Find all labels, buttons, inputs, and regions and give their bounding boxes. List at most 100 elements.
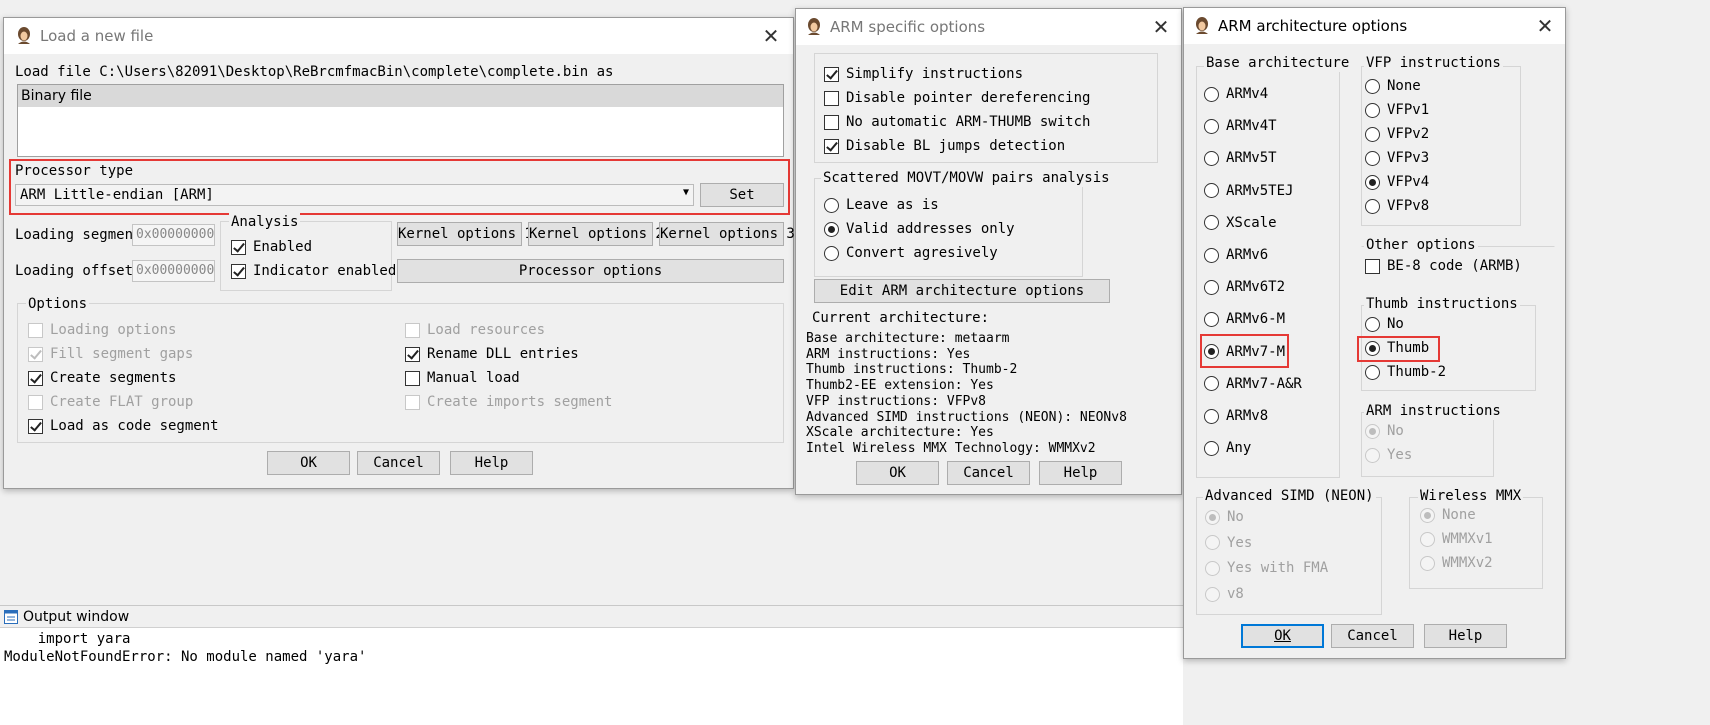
loading-offset-label: Loading offset [15, 263, 134, 279]
processor-options-button[interactable]: Processor options [397, 259, 784, 283]
close-icon[interactable]: ✕ [1533, 14, 1557, 38]
base-arch-radio-4[interactable]: XScale [1204, 215, 1277, 231]
convert-agresively-radio[interactable]: Convert agresively [824, 245, 998, 261]
wmmx-radio-2[interactable]: WMMXv2 [1420, 555, 1493, 571]
base-arch-radio-11[interactable]: Any [1204, 440, 1251, 456]
arm-ok-button[interactable]: OK [856, 461, 939, 485]
vfp-radio-1[interactable]: VFPv1 [1365, 102, 1429, 118]
file-type-label: Binary file [21, 88, 92, 104]
create-flat-group-checkbox[interactable]: Create FLAT group [28, 394, 193, 410]
create-imports-segment-checkbox[interactable]: Create imports segment [405, 394, 612, 410]
rename-dll-entries-checkbox[interactable]: Rename DLL entries [405, 346, 579, 362]
base-arch-radio-8[interactable]: ARMv7-M [1204, 344, 1285, 360]
be8-code-checkbox[interactable]: BE-8 code (ARMB) [1365, 258, 1522, 274]
base-arch-radio-10[interactable]: ARMv8 [1204, 408, 1268, 424]
base-arch-radio-3[interactable]: ARMv5TEJ [1204, 183, 1293, 199]
vfp-radio-5[interactable]: VFPv8 [1365, 198, 1429, 214]
output-titlebar[interactable]: Output window [0, 606, 1183, 628]
file-type-item[interactable]: Binary file [18, 85, 783, 107]
option-label: Fill segment gaps [50, 346, 194, 362]
processor-type-select[interactable]: ARM Little-endian [ARM] ▼ [15, 184, 694, 206]
checkbox-icon [824, 138, 839, 154]
arm-cancel-button[interactable]: Cancel [947, 461, 1030, 485]
loading-segment-value: 0x00000000 [136, 227, 215, 242]
output-window-icon [4, 609, 18, 624]
vfp-radio-2[interactable]: VFPv2 [1365, 126, 1429, 142]
base-arch-radio-7[interactable]: ARMv6-M [1204, 311, 1285, 327]
radio-icon [1205, 560, 1220, 576]
arch-options-titlebar[interactable]: ARM architecture options ✕ [1184, 8, 1565, 44]
edit-arch-options-button[interactable]: Edit ARM architecture options [814, 279, 1110, 303]
vfp-radio-4[interactable]: VFPv4 [1365, 174, 1429, 190]
radio-label: No [1387, 423, 1404, 439]
radio-icon [1365, 423, 1380, 439]
simd-radio-0[interactable]: No [1205, 509, 1244, 525]
leave-as-is-radio[interactable]: Leave as is [824, 197, 939, 213]
simplify-instructions-checkbox[interactable]: Simplify instructions [824, 66, 1023, 82]
disable-pointer-deref-checkbox[interactable]: Disable pointer dereferencing [824, 90, 1090, 106]
base-arch-radio-9[interactable]: ARMv7-A&R [1204, 376, 1302, 392]
thumb-radio-0[interactable]: No [1365, 316, 1404, 332]
vfp-title: VFP instructions [1364, 54, 1503, 72]
valid-addresses-radio[interactable]: Valid addresses only [824, 221, 1015, 237]
be8-label: BE-8 code (ARMB) [1387, 258, 1522, 274]
arch-ok-button[interactable]: OK [1241, 624, 1324, 648]
arm-instr-radio-0[interactable]: No [1365, 423, 1404, 439]
base-arch-radio-0[interactable]: ARMv4 [1204, 86, 1268, 102]
file-type-list[interactable]: Binary file [17, 84, 784, 157]
base-arch-radio-5[interactable]: ARMv6 [1204, 247, 1268, 263]
thumb-radio-2[interactable]: Thumb-2 [1365, 364, 1446, 380]
simd-radio-3[interactable]: v8 [1205, 586, 1244, 602]
radio-label: Yes [1227, 534, 1253, 551]
vfp-radio-3[interactable]: VFPv3 [1365, 150, 1429, 166]
arch-cancel-button[interactable]: Cancel [1331, 624, 1414, 648]
create-segments-checkbox[interactable]: Create segments [28, 370, 176, 386]
radio-label: VFPv1 [1387, 102, 1430, 118]
loading-segment-input[interactable]: 0x00000000 [132, 224, 215, 246]
loading-offset-input[interactable]: 0x00000000 [132, 260, 215, 282]
arm-instr-radio-1[interactable]: Yes [1365, 447, 1412, 463]
arch-help-button[interactable]: Help [1424, 624, 1507, 648]
radio-icon [1365, 174, 1380, 190]
arm-specific-titlebar[interactable]: ARM specific options ✕ [796, 9, 1181, 45]
kernel-options-1-button[interactable]: Kernel options 1 [397, 222, 533, 246]
indicator-enabled-checkbox[interactable]: Indicator enabled [231, 263, 396, 279]
arm-help-button[interactable]: Help [1039, 461, 1122, 485]
radio-label: Thumb-2 [1387, 364, 1447, 380]
base-arch-radio-1[interactable]: ARMv4T [1204, 118, 1277, 134]
wmmx-radio-1[interactable]: WMMXv1 [1420, 531, 1493, 547]
no-arm-thumb-switch-checkbox[interactable]: No automatic ARM-THUMB switch [824, 114, 1090, 130]
close-icon[interactable]: ✕ [1149, 15, 1173, 39]
option-label: Create imports segment [427, 394, 613, 410]
fill-segment-gaps-checkbox[interactable]: Fill segment gaps [28, 346, 193, 362]
load-ok-button[interactable]: OK [267, 451, 350, 475]
base-arch-radio-2[interactable]: ARMv5T [1204, 150, 1277, 166]
ok-label: OK [1274, 628, 1291, 644]
manual-load-checkbox[interactable]: Manual load [405, 370, 520, 386]
kernel-options-3-button[interactable]: Kernel options 3 [659, 222, 795, 246]
output-text[interactable]: import yara ModuleNotFoundError: No modu… [0, 628, 1183, 666]
radio-label: Any [1226, 440, 1252, 457]
base-arch-radio-6[interactable]: ARMv6T2 [1204, 279, 1285, 295]
load-file-titlebar[interactable]: Load a new file ✕ [4, 18, 793, 54]
loading-options-checkbox[interactable]: Loading options [28, 322, 176, 338]
close-icon[interactable]: ✕ [759, 24, 783, 48]
simd-radio-2[interactable]: Yes with FMA [1205, 560, 1328, 576]
load-as-code-segment-checkbox[interactable]: Load as code segment [28, 418, 219, 434]
load-resources-checkbox[interactable]: Load resources [405, 322, 545, 338]
radio-label: No [1227, 509, 1244, 525]
thumb-radio-1[interactable]: Thumb [1365, 340, 1429, 356]
disable-bl-jumps-checkbox[interactable]: Disable BL jumps detection [824, 138, 1065, 154]
load-cancel-button[interactable]: Cancel [357, 451, 440, 475]
analysis-enabled-checkbox[interactable]: Enabled [231, 239, 312, 255]
radio-icon [1204, 376, 1219, 392]
set-button[interactable]: Set [700, 183, 784, 207]
simd-radio-1[interactable]: Yes [1205, 535, 1252, 551]
wmmx-radio-0[interactable]: None [1420, 507, 1476, 523]
radio-icon [1365, 126, 1380, 142]
processor-type-value: ARM Little-endian [ARM] [20, 187, 214, 203]
vfp-radio-0[interactable]: None [1365, 78, 1421, 94]
kernel-options-2-button[interactable]: Kernel options 2 [528, 222, 664, 246]
load-help-button[interactable]: Help [450, 451, 533, 475]
radio-icon [1205, 586, 1220, 602]
